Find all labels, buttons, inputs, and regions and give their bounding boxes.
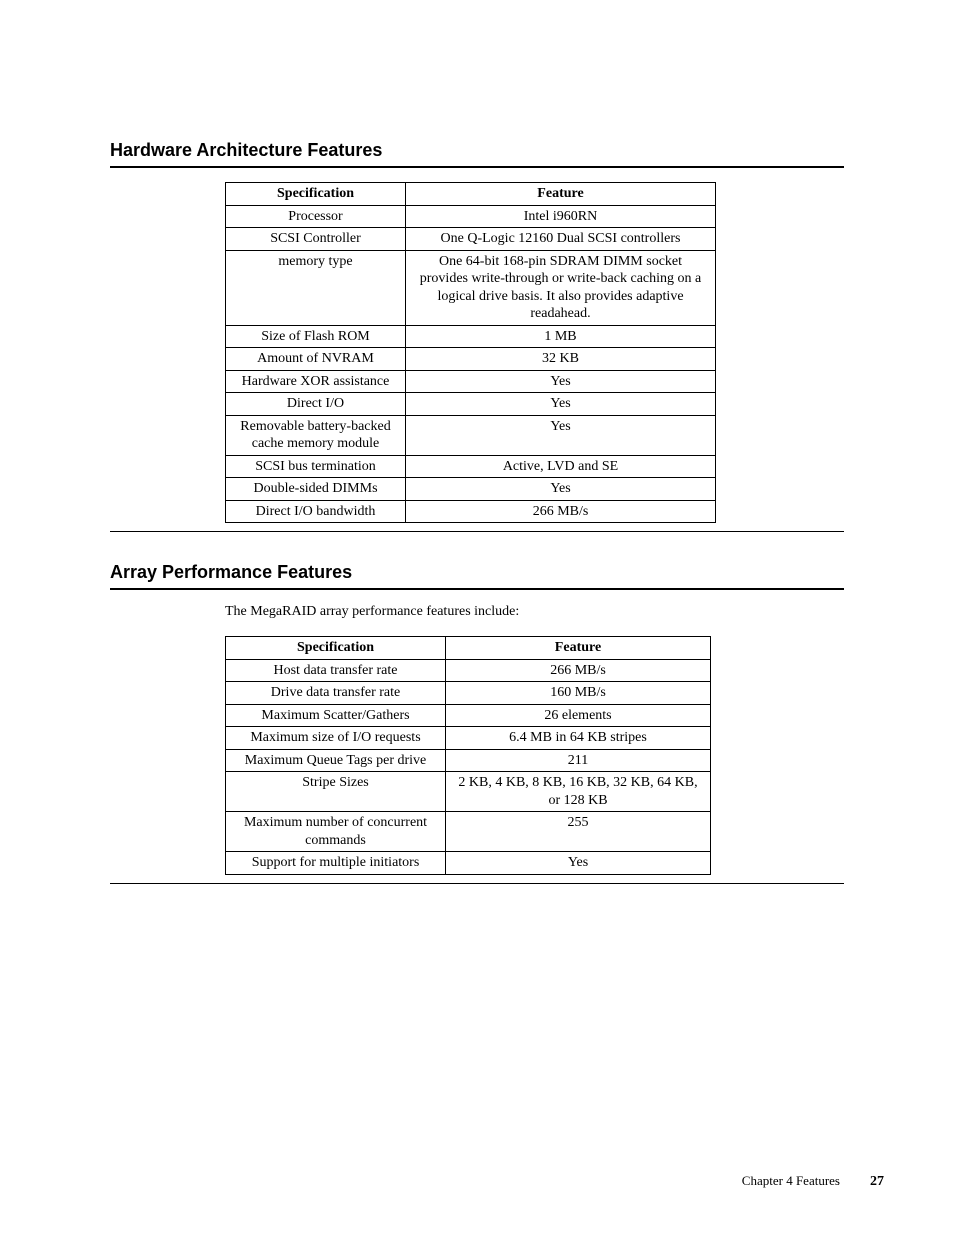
feature-cell: One 64-bit 168-pin SDRAM DIMM socket pro…: [406, 250, 716, 325]
spec-cell: Processor: [226, 205, 406, 228]
table-row: Drive data transfer rate160 MB/s: [226, 682, 711, 705]
feature-cell: Active, LVD and SE: [406, 455, 716, 478]
spec-cell: SCSI bus termination: [226, 455, 406, 478]
feature-cell: 26 elements: [446, 704, 711, 727]
table-row: Maximum number of concurrent commands255: [226, 812, 711, 852]
spec-cell: memory type: [226, 250, 406, 325]
table-header-feat: Feature: [406, 183, 716, 206]
table-header-spec: Specification: [226, 637, 446, 660]
table-row: Support for multiple initiatorsYes: [226, 852, 711, 875]
feature-cell: 266 MB/s: [406, 500, 716, 523]
feature-cell: 1 MB: [406, 325, 716, 348]
feature-cell: Yes: [406, 370, 716, 393]
page-number: 27: [870, 1174, 884, 1190]
spec-cell: Maximum number of concurrent commands: [226, 812, 446, 852]
spec-cell: Stripe Sizes: [226, 772, 446, 812]
spec-cell: Maximum Scatter/Gathers: [226, 704, 446, 727]
feature-cell: Yes: [406, 393, 716, 416]
spec-cell: Drive data transfer rate: [226, 682, 446, 705]
table-row: Size of Flash ROM1 MB: [226, 325, 716, 348]
table-row: Double-sided DIMMsYes: [226, 478, 716, 501]
table-row: Maximum Queue Tags per drive211: [226, 749, 711, 772]
array-performance-table: Specification Feature Host data transfer…: [225, 636, 711, 875]
spec-cell: Hardware XOR assistance: [226, 370, 406, 393]
spec-cell: Double-sided DIMMs: [226, 478, 406, 501]
table-header-feat: Feature: [446, 637, 711, 660]
table-row: ProcessorIntel i960RN: [226, 205, 716, 228]
spec-cell: Support for multiple initiators: [226, 852, 446, 875]
hardware-architecture-table: Specification Feature ProcessorIntel i96…: [225, 182, 716, 523]
table-row: Maximum Scatter/Gathers26 elements: [226, 704, 711, 727]
table-row: Amount of NVRAM32 KB: [226, 348, 716, 371]
spec-cell: Host data transfer rate: [226, 659, 446, 682]
table-row: Direct I/O bandwidth266 MB/s: [226, 500, 716, 523]
table-row: Host data transfer rate266 MB/s: [226, 659, 711, 682]
section-heading-array: Array Performance Features: [110, 562, 844, 590]
spec-cell: Removable battery-backed cache memory mo…: [226, 415, 406, 455]
spec-cell: Maximum Queue Tags per drive: [226, 749, 446, 772]
feature-cell: One Q-Logic 12160 Dual SCSI controllers: [406, 228, 716, 251]
feature-cell: 211: [446, 749, 711, 772]
table-row: Stripe Sizes2 KB, 4 KB, 8 KB, 16 KB, 32 …: [226, 772, 711, 812]
page-footer: Chapter 4 Features 27: [742, 1173, 884, 1190]
table-row: Removable battery-backed cache memory mo…: [226, 415, 716, 455]
spec-cell: SCSI Controller: [226, 228, 406, 251]
table-row: SCSI bus terminationActive, LVD and SE: [226, 455, 716, 478]
intro-text: The MegaRAID array performance features …: [225, 604, 844, 620]
section-divider: [110, 883, 844, 884]
feature-cell: Yes: [446, 852, 711, 875]
section-divider: [110, 531, 844, 532]
table-row: SCSI ControllerOne Q-Logic 12160 Dual SC…: [226, 228, 716, 251]
feature-cell: 2 KB, 4 KB, 8 KB, 16 KB, 32 KB, 64 KB, o…: [446, 772, 711, 812]
feature-cell: 266 MB/s: [446, 659, 711, 682]
section-heading-hardware: Hardware Architecture Features: [110, 140, 844, 168]
feature-cell: Yes: [406, 415, 716, 455]
feature-cell: 6.4 MB in 64 KB stripes: [446, 727, 711, 750]
table-row: memory typeOne 64-bit 168-pin SDRAM DIMM…: [226, 250, 716, 325]
feature-cell: Yes: [406, 478, 716, 501]
spec-cell: Amount of NVRAM: [226, 348, 406, 371]
spec-cell: Maximum size of I/O requests: [226, 727, 446, 750]
feature-cell: 32 KB: [406, 348, 716, 371]
spec-cell: Size of Flash ROM: [226, 325, 406, 348]
feature-cell: 160 MB/s: [446, 682, 711, 705]
table-row: Direct I/OYes: [226, 393, 716, 416]
table-header-spec: Specification: [226, 183, 406, 206]
chapter-label: Chapter 4 Features: [742, 1173, 840, 1189]
table-row: Hardware XOR assistanceYes: [226, 370, 716, 393]
spec-cell: Direct I/O: [226, 393, 406, 416]
feature-cell: 255: [446, 812, 711, 852]
table-row: Maximum size of I/O requests6.4 MB in 64…: [226, 727, 711, 750]
feature-cell: Intel i960RN: [406, 205, 716, 228]
spec-cell: Direct I/O bandwidth: [226, 500, 406, 523]
